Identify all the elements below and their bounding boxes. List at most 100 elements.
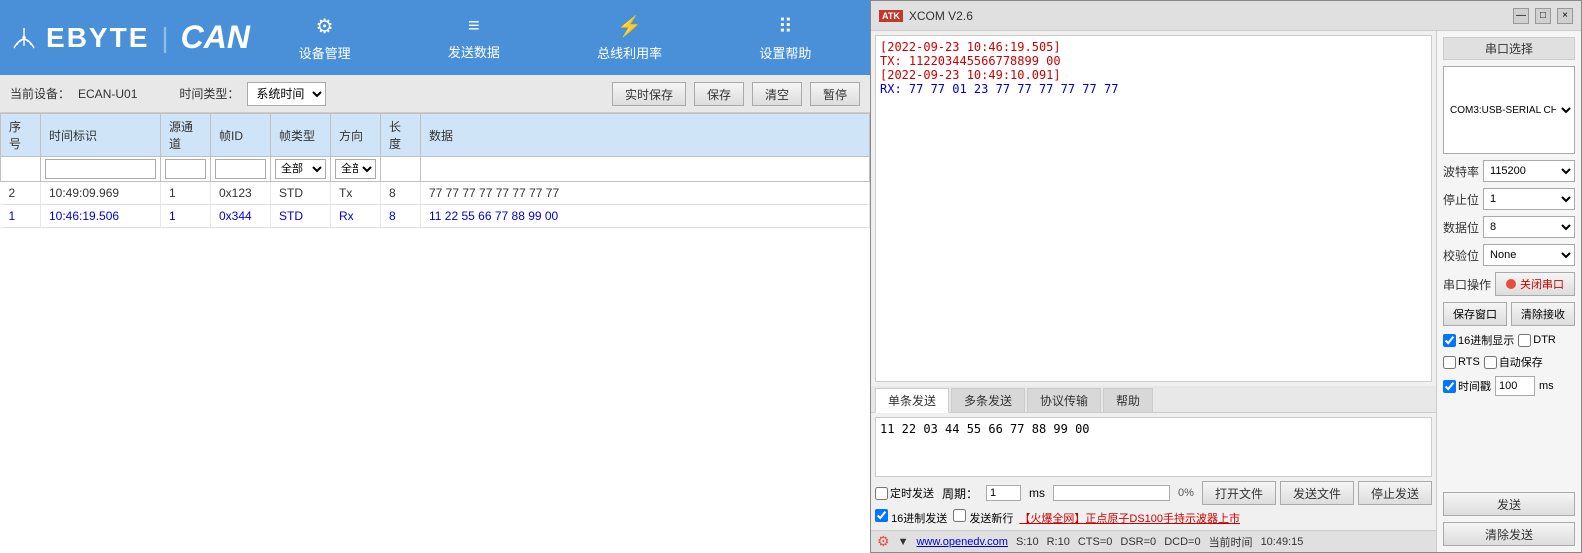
timed-send-checkbox[interactable] [875,487,888,500]
stop-select[interactable]: 1 1.5 2 [1483,188,1575,210]
data-table: 序号 时间标识 源通道 帧ID 帧类型 方向 长度 数据 全 [0,113,870,228]
brand-name: EBYTE [46,22,149,54]
clear-button[interactable]: 清空 [752,82,802,106]
close-port-label: 关闭串口 [1520,276,1564,292]
tab-single-send[interactable]: 单条发送 [875,388,949,413]
timestamp-checkbox[interactable] [1443,380,1456,393]
table-container: 序号 时间标识 源通道 帧ID 帧类型 方向 长度 数据 全 [0,113,870,553]
table-cell: 11 22 55 66 77 88 99 00 [421,205,870,228]
xcom-title-icon: ATK [879,10,903,22]
time-type-label: 时间类型： [179,85,239,102]
data-select[interactable]: 8 5 6 7 [1483,216,1575,238]
nav-settings-help[interactable]: ⠿ 设置帮助 [739,6,831,70]
current-device-value: ECAN-U01 [78,87,137,101]
hex-send-label[interactable]: 16进制发送 [875,509,947,526]
tab-multi-send[interactable]: 多条发送 [951,388,1025,412]
timed-send-label[interactable]: 定时发送 [875,485,934,501]
terminal-line-1: [2022-09-23 10:46:19.505] [880,40,1427,54]
xcom-terminal[interactable]: [2022-09-23 10:46:19.505] TX: 1122034455… [875,35,1432,382]
rts-row: RTS 自动保存 [1443,354,1575,370]
hex-options: 16进制发送 发送新行 [875,509,1013,526]
period-label: 周期： [942,485,978,502]
product-name: CAN [181,19,250,56]
col-seq-header: 序号 [1,114,41,157]
xcom-send-area: 11 22 03 44 55 66 77 88 99 00 定时发送 周期： m… [875,417,1432,526]
advert-text[interactable]: 【火爆全网】正点原子DS100手持示波器上市 [1019,510,1240,526]
status-arrow: ▼ [898,536,909,548]
save-window-button[interactable]: 保存窗口 [1443,302,1507,326]
xcom-panel: ATK XCOM V2.6 — □ × [2022-09-23 10:46:19… [870,0,1582,553]
dtr-label[interactable]: DTR [1518,334,1556,347]
time-filter-input[interactable] [45,159,156,179]
rts-label[interactable]: RTS [1443,356,1480,369]
status-url[interactable]: www.openedv.com [916,536,1008,548]
nav-bus-usage[interactable]: ⚡ 总线利用率 [577,6,682,70]
save-button[interactable]: 保存 [694,82,744,106]
send-file-button[interactable]: 发送文件 [1280,481,1354,505]
baud-row: 波特率 115200 9600 19200 38400 57600 [1443,160,1575,182]
close-port-button[interactable]: 关闭串口 [1495,272,1575,296]
nav-send-data-label: 发送数据 [448,42,500,61]
ch-filter-input[interactable] [165,159,206,179]
status-s-count: S:10 [1016,536,1039,548]
hex-display-checkbox[interactable] [1443,334,1456,347]
open-file-button[interactable]: 打开文件 [1202,481,1276,505]
xcom-clear-send-button[interactable]: 清除发送 [1443,522,1575,546]
dir-filter-select[interactable]: 全部 Tx Rx [335,159,376,179]
ecan-panel: EBYTE | CAN ⚙ 设备管理 ≡ 发送数据 ⚡ 总线利用率 ⠿ 设置帮助 [0,0,870,553]
tab-help[interactable]: 帮助 [1103,388,1153,412]
parity-label: 校验位 [1443,247,1479,264]
window-btns-row: 保存窗口 清除接收 [1443,302,1575,326]
baud-select[interactable]: 115200 9600 19200 38400 57600 [1483,160,1575,182]
percent-label: 0% [1178,487,1194,499]
timestamp-label[interactable]: 时间戳 [1443,378,1491,394]
col-len-header: 长度 [381,114,421,157]
close-button[interactable]: × [1557,8,1573,24]
clear-recv-button[interactable]: 清除接收 [1511,302,1575,326]
timestamp-row: 时间戳 ms [1443,376,1575,396]
minimize-button[interactable]: — [1513,8,1529,24]
terminal-line-2: TX: 112203445566778899 00 [880,54,1427,68]
time-type-select[interactable]: 系统时间 硬件时间 [247,82,326,106]
send-options-row: 定时发送 周期： ms 0% 打开文件 发送文件 停止发送 [875,481,1432,505]
rts-checkbox[interactable] [1443,356,1456,369]
stop-send-button[interactable]: 停止发送 [1358,481,1432,505]
table-row: 210:49:09.96910x123STDTx877 77 77 77 77 … [1,182,870,205]
period-input[interactable] [986,485,1021,501]
timestamp-input[interactable] [1495,376,1535,396]
send-input[interactable]: 11 22 03 44 55 66 77 88 99 00 [875,417,1432,477]
table-cell: 1 [161,205,211,228]
realtime-save-button[interactable]: 实时保存 [612,82,686,106]
newline-checkbox[interactable] [953,509,966,522]
xcom-tabs: 单条发送 多条发送 协议传输 帮助 [871,386,1436,413]
col-ftype-header: 帧类型 [271,114,331,157]
table-cell: 77 77 77 77 77 77 77 77 [421,182,870,205]
tab-protocol[interactable]: 协议传输 [1027,388,1101,412]
table-cell: 1 [1,205,41,228]
send-icon: ≡ [468,15,480,38]
wifi-icon [10,15,38,60]
xcom-send-button[interactable]: 发送 [1443,492,1575,516]
newline-label[interactable]: 发送新行 [953,509,1013,526]
maximize-button[interactable]: □ [1535,8,1551,24]
parity-select[interactable]: None Odd Even [1483,244,1575,266]
settings-gear-icon[interactable]: ⚙ [877,533,890,550]
fid-filter-input[interactable] [215,159,266,179]
auto-save-label[interactable]: 自动保存 [1484,354,1543,370]
hex-display-label[interactable]: 16进制显示 [1443,332,1514,348]
pause-button[interactable]: 暂停 [810,82,860,106]
auto-save-checkbox[interactable] [1484,356,1497,369]
status-r-count: R:10 [1047,536,1070,548]
xcom-title-text: XCOM V2.6 [909,9,1507,23]
nav-send-data[interactable]: ≡ 发送数据 [428,7,520,69]
baud-label: 波特率 [1443,163,1479,180]
ftype-filter-select[interactable]: 全部 STD EXT [275,159,326,179]
stop-label: 停止位 [1443,191,1479,208]
nav-device-mgmt[interactable]: ⚙ 设备管理 [279,6,371,70]
table-cell: STD [271,182,331,205]
table-cell: 8 [381,205,421,228]
dtr-checkbox[interactable] [1518,334,1531,347]
port-select[interactable]: COM3:USB-SERIAL CH34C [1443,66,1575,154]
data-row: 数据位 8 5 6 7 [1443,216,1575,238]
hex-send-checkbox[interactable] [875,509,888,522]
